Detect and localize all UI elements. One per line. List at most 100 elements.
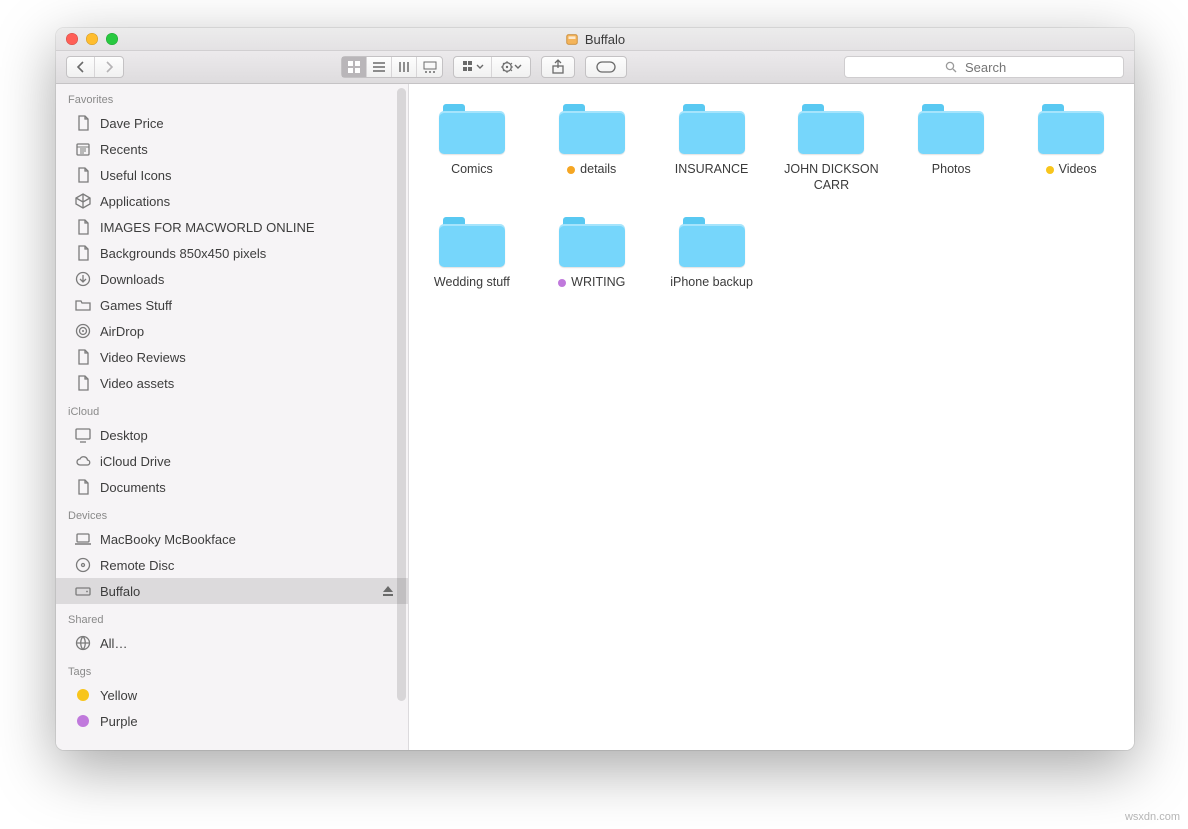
sidebar-item[interactable]: IMAGES FOR MACWORLD ONLINE bbox=[56, 214, 408, 240]
tag-icon bbox=[74, 686, 92, 704]
sidebar-item[interactable]: Buffalo bbox=[56, 578, 408, 604]
folder-item[interactable]: iPhone backup bbox=[655, 217, 769, 291]
folder-item[interactable]: JOHN DICKSON CARR bbox=[775, 104, 889, 193]
folder-label: JOHN DICKSON CARR bbox=[776, 162, 886, 193]
folder-item[interactable]: Photos bbox=[894, 104, 1008, 193]
search-input[interactable] bbox=[963, 59, 1023, 76]
doc-icon bbox=[74, 348, 92, 366]
doc-icon bbox=[74, 166, 92, 184]
back-button[interactable] bbox=[67, 57, 95, 77]
tag-icon bbox=[74, 712, 92, 730]
sidebar-item-label: Video assets bbox=[100, 376, 174, 391]
sidebar-item-label: Desktop bbox=[100, 428, 148, 443]
sidebar-item[interactable]: Yellow bbox=[56, 682, 408, 708]
sidebar-item[interactable]: iCloud Drive bbox=[56, 448, 408, 474]
sidebar-item-label: Documents bbox=[100, 480, 166, 495]
sidebar: FavoritesDave PriceRecentsUseful IconsAp… bbox=[56, 84, 409, 750]
sidebar-item[interactable]: Downloads bbox=[56, 266, 408, 292]
window-body: FavoritesDave PriceRecentsUseful IconsAp… bbox=[56, 84, 1134, 750]
sidebar-item[interactable]: MacBooky McBookface bbox=[56, 526, 408, 552]
close-icon[interactable] bbox=[66, 33, 78, 45]
sidebar-item-label: Useful Icons bbox=[100, 168, 172, 183]
titlebar: Buffalo bbox=[56, 28, 1134, 51]
finder-window: Buffalo bbox=[56, 28, 1134, 750]
downloads-icon bbox=[74, 270, 92, 288]
recents-icon bbox=[74, 140, 92, 158]
sidebar-item-label: Video Reviews bbox=[100, 350, 186, 365]
forward-button[interactable] bbox=[95, 57, 123, 77]
sidebar-item[interactable]: Dave Price bbox=[56, 110, 408, 136]
zoom-icon[interactable] bbox=[106, 33, 118, 45]
content-area: Comicsdetails INSURANCE JOHN DICKSON CARR P… bbox=[409, 84, 1134, 750]
folder-item[interactable]: Comics bbox=[415, 104, 529, 193]
view-mode bbox=[341, 56, 443, 78]
sidebar-item[interactable]: Games Stuff bbox=[56, 292, 408, 318]
sidebar-item-label: IMAGES FOR MACWORLD ONLINE bbox=[100, 220, 315, 235]
drive-icon bbox=[74, 582, 92, 600]
folder-label: INSURANCE bbox=[675, 162, 749, 178]
folder-icon bbox=[559, 217, 625, 267]
doc-icon bbox=[74, 218, 92, 236]
action-button[interactable] bbox=[492, 57, 530, 77]
folder-item[interactable]: details bbox=[535, 104, 649, 193]
folder-icon bbox=[798, 104, 864, 154]
sidebar-item[interactable]: Recents bbox=[56, 136, 408, 162]
sidebar-item-label: Buffalo bbox=[100, 584, 140, 599]
folder-item[interactable]: INSURANCE bbox=[655, 104, 769, 193]
nav-buttons bbox=[66, 56, 124, 78]
traffic-lights bbox=[66, 33, 118, 45]
folder-icon bbox=[439, 217, 505, 267]
share-button[interactable] bbox=[541, 56, 575, 78]
folder-label: Videos bbox=[1046, 162, 1097, 178]
sidebar-item[interactable]: Applications bbox=[56, 188, 408, 214]
folder-item[interactable]: Wedding stuff bbox=[415, 217, 529, 291]
folder-item[interactable]: Videos bbox=[1014, 104, 1128, 193]
folder-icon bbox=[1038, 104, 1104, 154]
sidebar-item[interactable]: Video assets bbox=[56, 370, 408, 396]
folder-item[interactable]: WRITING bbox=[535, 217, 649, 291]
sidebar-item-label: Recents bbox=[100, 142, 148, 157]
cloud-icon bbox=[74, 452, 92, 470]
sidebar-item-label: iCloud Drive bbox=[100, 454, 171, 469]
folder-label: Wedding stuff bbox=[434, 275, 510, 291]
list-view-button[interactable] bbox=[367, 57, 392, 77]
sidebar-item-label: Applications bbox=[100, 194, 170, 209]
sidebar-item[interactable]: Documents bbox=[56, 474, 408, 500]
drive-icon bbox=[565, 32, 579, 46]
sidebar-item[interactable]: AirDrop bbox=[56, 318, 408, 344]
sidebar-item-label: AirDrop bbox=[100, 324, 144, 339]
laptop-icon bbox=[74, 530, 92, 548]
sidebar-item[interactable]: Useful Icons bbox=[56, 162, 408, 188]
sidebar-item-label: MacBooky McBookface bbox=[100, 532, 236, 547]
gallery-view-button[interactable] bbox=[417, 57, 442, 77]
search-icon bbox=[945, 61, 957, 73]
disc-icon bbox=[74, 556, 92, 574]
tag-dot-icon bbox=[1046, 166, 1054, 174]
sidebar-item-label: Remote Disc bbox=[100, 558, 174, 573]
sidebar-item[interactable]: Remote Disc bbox=[56, 552, 408, 578]
sidebar-item-label: Downloads bbox=[100, 272, 164, 287]
window-title-text: Buffalo bbox=[585, 32, 625, 47]
scrollbar[interactable] bbox=[397, 88, 406, 701]
window-title: Buffalo bbox=[565, 32, 625, 47]
group-button[interactable] bbox=[454, 57, 492, 77]
sidebar-section-label: Shared bbox=[56, 604, 408, 630]
airdrop-icon bbox=[74, 322, 92, 340]
folder-label: Photos bbox=[932, 162, 971, 178]
sidebar-item[interactable]: All… bbox=[56, 630, 408, 656]
sidebar-item-label: Games Stuff bbox=[100, 298, 172, 313]
tags-button[interactable] bbox=[585, 56, 627, 78]
sidebar-item-label: Purple bbox=[100, 714, 138, 729]
sidebar-item[interactable]: Backgrounds 850x450 pixels bbox=[56, 240, 408, 266]
search-field[interactable] bbox=[844, 56, 1124, 78]
sidebar-item[interactable]: Video Reviews bbox=[56, 344, 408, 370]
icon-view-button[interactable] bbox=[342, 57, 367, 77]
folder-icon bbox=[74, 296, 92, 314]
eject-icon[interactable] bbox=[382, 585, 394, 597]
sidebar-section-label: iCloud bbox=[56, 396, 408, 422]
sidebar-item-label: Backgrounds 850x450 pixels bbox=[100, 246, 266, 261]
sidebar-item[interactable]: Desktop bbox=[56, 422, 408, 448]
sidebar-item[interactable]: Purple bbox=[56, 708, 408, 734]
column-view-button[interactable] bbox=[392, 57, 417, 77]
minimize-icon[interactable] bbox=[86, 33, 98, 45]
